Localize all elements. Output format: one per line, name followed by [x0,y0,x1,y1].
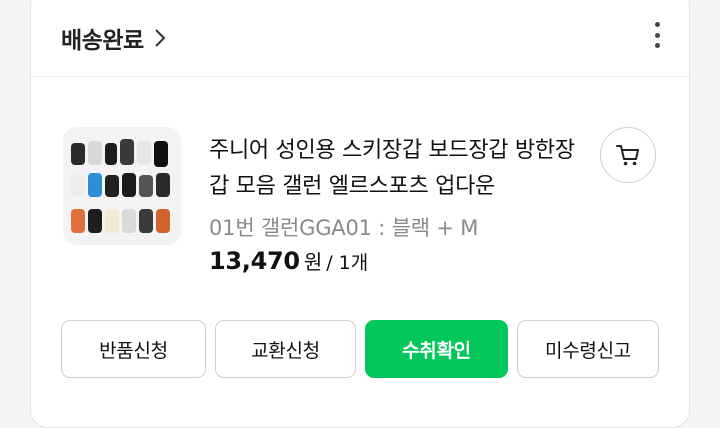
confirm-receipt-button[interactable]: 수취확인 [365,320,508,378]
cart-icon [616,145,639,166]
product-thumbnail[interactable] [63,127,181,245]
report-not-received-button[interactable]: 미수령신고 [517,320,659,378]
delivery-status-label: 배송완료 [61,28,144,54]
product-option: 01번 갤런GGA01 : 블랙 + M [209,216,479,240]
more-options-icon[interactable] [647,18,667,52]
currency-unit: 원 [303,250,323,274]
order-card: 배송완료 주니어 성인용 스키장갑 보드장갑 방한장갑 모음 갤런 엘르스포츠 … [30,0,690,428]
product-quantity: / 1개 [326,252,369,274]
glove-collection-image [63,127,181,245]
exchange-request-button[interactable]: 교환신청 [215,320,356,378]
delivery-status-link[interactable]: 배송완료 [61,21,168,55]
return-request-button[interactable]: 반품신청 [61,320,206,378]
order-actions: 반품신청 교환신청 수취확인 미수령신고 [61,320,659,378]
product-name[interactable]: 주니어 성인용 스키장갑 보드장갑 방한장갑 모음 갤런 엘르스포츠 업다운 [209,133,579,205]
chevron-right-icon [154,29,166,47]
product-price: 13,470 [209,247,300,275]
price-line: 13,470 원 / 1개 [209,246,368,275]
order-card-header: 배송완료 [31,1,689,77]
add-to-cart-button[interactable] [600,127,656,183]
